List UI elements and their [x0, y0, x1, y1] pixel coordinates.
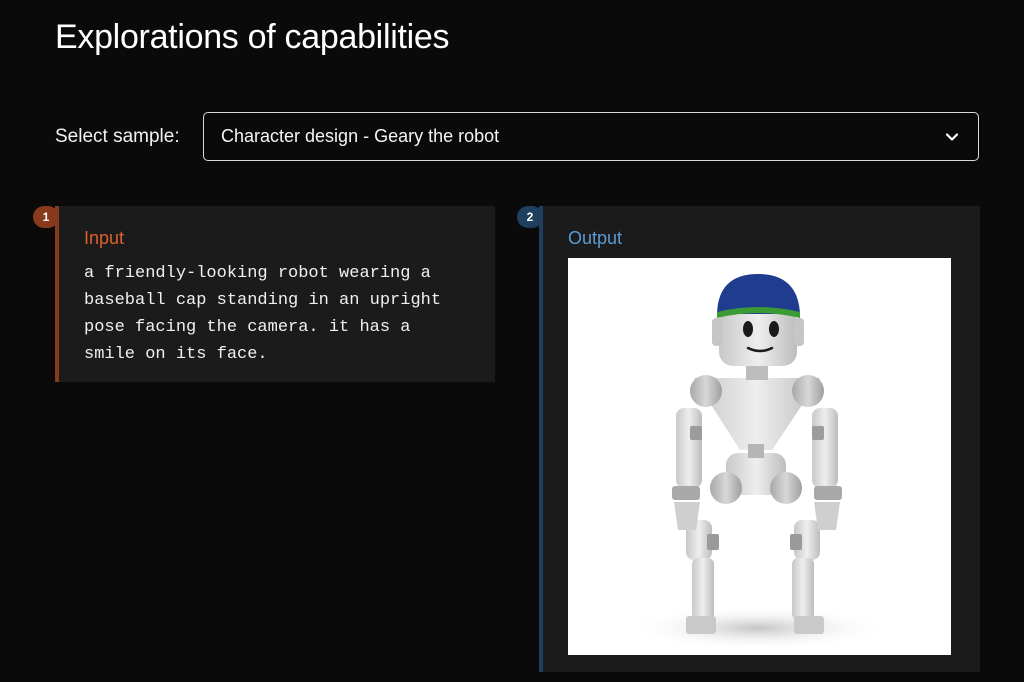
page: Explorations of capabilities Select samp… — [0, 0, 1024, 682]
step-badge-1: 1 — [33, 206, 59, 228]
chevron-down-icon — [945, 133, 959, 141]
output-panel: Output — [539, 206, 980, 672]
step-badge-2: 2 — [517, 206, 543, 228]
input-prompt-text: a friendly-looking robot wearing a baseb… — [84, 264, 442, 364]
page-title: Explorations of capabilities — [55, 18, 450, 56]
input-panel: Input a friendly-looking robot wearing a… — [55, 206, 495, 382]
input-heading: Input — [84, 228, 125, 248]
sample-select[interactable]: Character design - Geary the robot — [203, 112, 979, 161]
robot-illustration — [628, 274, 888, 650]
sample-select-value: Character design - Geary the robot — [221, 126, 500, 146]
output-heading: Output — [568, 228, 623, 248]
robot-image — [568, 258, 951, 655]
select-sample-label: Select sample: — [55, 126, 180, 147]
